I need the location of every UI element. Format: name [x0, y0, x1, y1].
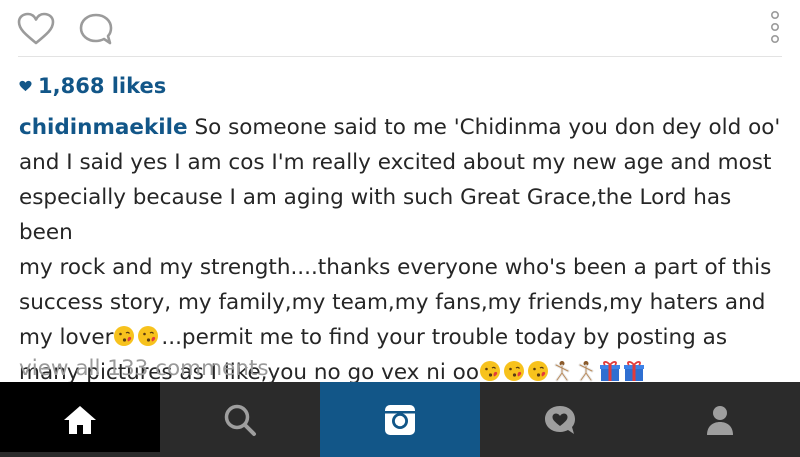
- comment-bubble-icon: [79, 13, 113, 45]
- likes-label: 1,868 likes: [38, 74, 167, 98]
- kissing-face-emoji: [503, 361, 524, 381]
- profile-icon: [707, 405, 733, 435]
- like-button[interactable]: [17, 12, 55, 46]
- heart-small-icon: [19, 80, 32, 92]
- caption-text: and I said yes I am cos I'm really excit…: [19, 150, 772, 175]
- tab-profile[interactable]: [640, 382, 800, 457]
- home-tab-underline: [0, 452, 160, 457]
- comment-button[interactable]: [78, 12, 114, 46]
- gift-emoji: [599, 361, 620, 381]
- more-vertical-icon: [771, 10, 780, 43]
- action-divider: [18, 56, 782, 57]
- caption-username[interactable]: chidinmaekile: [19, 115, 188, 140]
- kissing-face-emoji: [527, 361, 548, 381]
- dancer-emoji: [578, 361, 594, 382]
- search-icon: [224, 404, 256, 436]
- caption-text: especially because I am aging with such …: [19, 185, 732, 245]
- bottom-navigation: [0, 382, 800, 457]
- post-caption: chidinmaekile So someone said to me 'Chi…: [19, 110, 789, 390]
- activity-heart-bubble-icon: [545, 405, 575, 434]
- caption-text: my rock and my strength....thanks everyo…: [19, 255, 772, 280]
- caption-text: ...permit me to find your trouble today …: [161, 325, 728, 350]
- home-icon: [64, 405, 96, 434]
- kissing-face-emoji: [114, 326, 135, 346]
- gift-emoji: [623, 361, 644, 381]
- post-action-bar: [0, 0, 800, 56]
- tab-camera[interactable]: [320, 382, 480, 457]
- likes-count[interactable]: 1,868 likes: [19, 72, 166, 100]
- tab-home[interactable]: [0, 382, 160, 457]
- tab-search[interactable]: [160, 382, 320, 457]
- caption-text: So someone said to me 'Chidinma you don …: [187, 115, 781, 140]
- camera-icon: [385, 404, 415, 435]
- more-options-button[interactable]: [765, 10, 785, 46]
- caption-text: success story, my family,my team,my fans…: [19, 290, 766, 315]
- kissing-face-emoji: [138, 326, 159, 346]
- dancer-emoji: [554, 361, 570, 382]
- view-all-comments-link[interactable]: view all 133 comments: [19, 354, 269, 384]
- kissing-face-emoji: [479, 361, 500, 381]
- tab-activity[interactable]: [480, 382, 640, 457]
- heart-outline-icon: [17, 12, 55, 45]
- caption-text: my lover: [19, 325, 114, 350]
